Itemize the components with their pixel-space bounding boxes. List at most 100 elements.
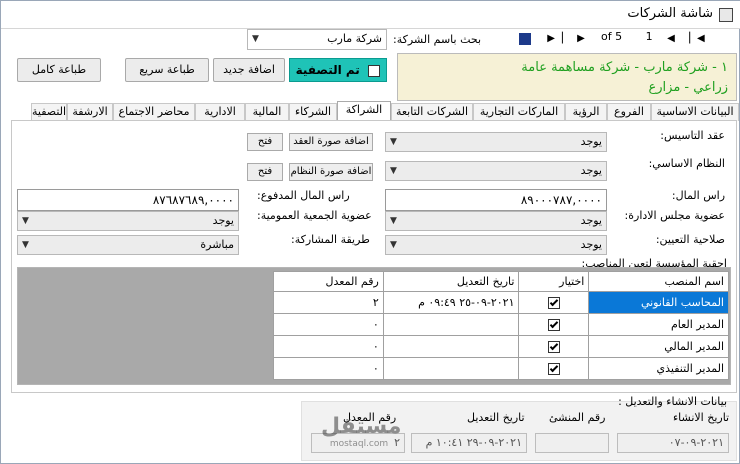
header-modifier-no: رقم المعدل	[273, 271, 384, 292]
board-membership-value: يوجد	[580, 214, 602, 227]
current-page-input[interactable]: of 5 1	[601, 29, 657, 47]
watermark-logo: مستقل mostaql.com	[321, 414, 402, 450]
incorporation-contract-value: يوجد	[580, 135, 602, 148]
positions-table: اسم المنصب اختيار تاريخ التعديل رقم المع…	[273, 271, 729, 380]
prev-record-icon[interactable]: ◀	[663, 31, 679, 47]
bylaws-value: يوجد	[580, 164, 602, 177]
modified-date-cell[interactable]: ٢٠٢١-٠٩-٢٥ ٠٩:٤٩ م	[382, 291, 520, 314]
tab-subsidiaries[interactable]: الشركات التابعة	[391, 103, 473, 121]
selected-cell[interactable]	[518, 291, 590, 314]
chevron-down-icon: ▼	[390, 216, 397, 226]
watermark-latin: mostaql.com	[329, 439, 389, 449]
position-name-cell[interactable]: المحاسب القانوني	[588, 291, 729, 314]
chevron-down-icon: ▼	[252, 34, 259, 44]
participation-method-combo[interactable]: مباشرة ▼	[17, 235, 239, 255]
tab-bar: البيانات الاساسية الفروع الرؤية الماركات…	[31, 101, 739, 122]
incorporation-contract-label: عقد التاسيس:	[660, 129, 725, 142]
creator-no-label: رقم المنشئ	[549, 411, 606, 424]
modified-date-cell[interactable]	[382, 357, 520, 380]
check-icon	[549, 363, 559, 373]
table-row[interactable]: المدير المالي ٠	[273, 335, 729, 358]
incorporation-contract-combo[interactable]: يوجد ▼	[385, 132, 607, 152]
watermark-text: مستقل	[321, 414, 402, 439]
modified-date-field: ٢٠٢١-٠٩-٢٩ ١٠:٤١ م	[411, 433, 527, 453]
open-bylaws-button[interactable]: فتح	[247, 163, 283, 181]
save-icon[interactable]	[519, 33, 531, 45]
modifier-no-cell[interactable]: ٠	[273, 313, 384, 336]
board-membership-label: عضوية مجلس الادارة:	[624, 209, 725, 222]
modifier-no-cell[interactable]: ٢	[273, 291, 384, 314]
company-window: شاشة الشركات ▏◀ ◀ of 5 1 ▶ ▶▕ بحث باسم ا…	[0, 0, 740, 464]
assembly-membership-value: يوجد	[212, 214, 234, 227]
modifier-no-cell[interactable]: ٠	[273, 335, 384, 358]
open-contract-button[interactable]: فتح	[247, 133, 283, 151]
modified-date-cell[interactable]	[382, 313, 520, 336]
tab-basic-data[interactable]: البيانات الاساسية	[651, 103, 739, 121]
filter-checkbox[interactable]	[368, 64, 380, 77]
selected-cell[interactable]	[518, 335, 590, 358]
title-bar: شاشة الشركات	[1, 1, 740, 29]
filter-label: تم التصفية	[295, 63, 360, 77]
audit-info-title: بيانات الانشاء والتعديل :	[618, 395, 727, 408]
position-name-cell[interactable]: المدير العام	[588, 313, 729, 336]
add-new-button[interactable]: اضافة جديد	[213, 58, 285, 82]
search-combo[interactable]: شركة مارب ▼	[247, 29, 387, 50]
assembly-membership-label: عضوية الجمعية العمومية:	[257, 209, 372, 222]
paid-capital-input[interactable]: ٨٧٦٨٧٦٨٩,٠٠٠٠	[17, 189, 239, 211]
header-position-name: اسم المنصب	[588, 271, 729, 292]
position-name-cell[interactable]: المدير التنفيذي	[588, 357, 729, 380]
selected-cell[interactable]	[518, 357, 590, 380]
tab-partnership[interactable]: الشراكة	[337, 101, 391, 122]
chevron-down-icon: ▼	[390, 240, 397, 250]
modified-date-label: تاريخ التعديل	[467, 411, 525, 424]
search-value: شركة مارب	[327, 32, 382, 45]
appointment-authority-value: يوجد	[580, 238, 602, 251]
tab-meeting-minutes[interactable]: محاضر الاجتماع	[113, 103, 195, 121]
table-row[interactable]: المدير التنفيذي ٠	[273, 357, 729, 380]
add-bylaws-image-button[interactable]: اضافة صورة النظام	[289, 163, 373, 181]
selected-cell[interactable]	[518, 313, 590, 336]
bylaws-combo[interactable]: يوجد ▼	[385, 161, 607, 181]
tab-financial[interactable]: المالية	[245, 103, 289, 121]
check-icon	[549, 319, 559, 329]
full-print-button[interactable]: طباعة كامل	[17, 58, 101, 82]
modifier-no-cell[interactable]: ٠	[273, 357, 384, 380]
last-record-icon[interactable]: ▶▕	[547, 31, 563, 47]
paid-capital-label: راس المال المدفوع:	[257, 189, 350, 202]
tab-administrative[interactable]: الادارية	[195, 103, 245, 121]
creation-date-field: ٢٠٢١-٠٩-٠٧	[617, 433, 729, 453]
search-label: بحث باسم الشركة:	[393, 33, 482, 46]
company-info-box: ١ - شركة مارب - شركة مساهمة عامة زراعي -…	[397, 53, 737, 101]
tab-vision[interactable]: الرؤية	[565, 103, 607, 121]
board-membership-combo[interactable]: يوجد ▼	[385, 211, 607, 231]
current-page-number: 1	[645, 30, 653, 43]
position-checkbox[interactable]	[547, 363, 560, 375]
position-name-cell[interactable]: المدير المالي	[588, 335, 729, 358]
next-record-icon[interactable]: ▶	[573, 31, 589, 47]
table-header-row: اسم المنصب اختيار تاريخ التعديل رقم المع…	[273, 271, 729, 292]
assembly-membership-combo[interactable]: يوجد ▼	[17, 211, 239, 231]
chevron-down-icon: ▼	[390, 137, 397, 147]
appointment-authority-combo[interactable]: يوجد ▼	[385, 235, 607, 255]
tab-liquidation[interactable]: التصفية	[31, 103, 67, 121]
position-checkbox[interactable]	[547, 341, 560, 353]
modified-date-cell[interactable]	[382, 335, 520, 358]
add-contract-image-button[interactable]: اضافة صورة العقد	[289, 133, 373, 151]
tab-trademarks[interactable]: الماركات التجارية	[473, 103, 565, 121]
app-icon	[719, 8, 733, 22]
table-row[interactable]: المحاسب القانوني ٢٠٢١-٠٩-٢٥ ٠٩:٤٩ م ٢	[273, 291, 729, 314]
table-row[interactable]: المدير العام ٠	[273, 313, 729, 336]
tab-archiving[interactable]: الارشفة	[67, 103, 113, 121]
bylaws-label: النظام الاساسي:	[648, 157, 725, 170]
quick-print-button[interactable]: طباعة سريع	[125, 58, 209, 82]
position-checkbox[interactable]	[547, 297, 560, 309]
first-record-icon[interactable]: ▏◀	[689, 31, 705, 47]
position-checkbox[interactable]	[547, 319, 560, 331]
filter-toggle[interactable]: تم التصفية	[289, 58, 387, 82]
tab-branches[interactable]: الفروع	[607, 103, 651, 121]
capital-label: راس المال:	[671, 189, 725, 202]
capital-input[interactable]: ٨٩٠٠٠٧٨٧,٠٠٠٠	[385, 189, 607, 211]
check-icon	[549, 297, 559, 307]
tab-partners[interactable]: الشركاء	[289, 103, 337, 121]
check-icon	[549, 341, 559, 351]
